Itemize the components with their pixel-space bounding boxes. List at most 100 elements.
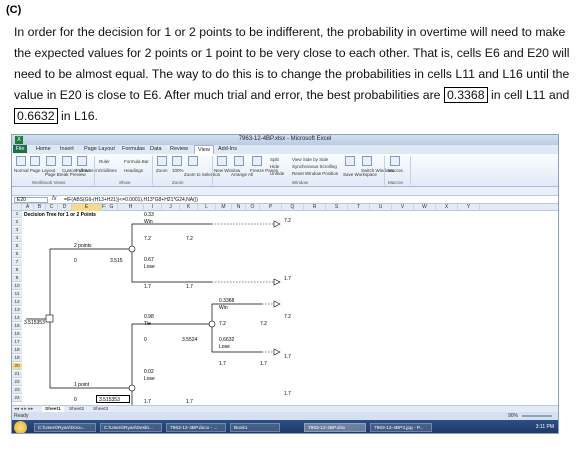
normal-label: Normal — [14, 168, 29, 173]
zoom-100-icon[interactable] — [172, 156, 182, 166]
cell-h6[interactable]: 0.67 — [144, 257, 154, 263]
tab-review[interactable]: Review — [170, 146, 188, 152]
cell-a1-title[interactable]: Decision Tree for 1 or 2 Points — [24, 212, 96, 218]
taskbar-item[interactable]: C:\Users\Ryan\Docu... — [34, 423, 96, 432]
group-show: Show — [119, 180, 131, 185]
terminal-node — [273, 278, 281, 286]
cell-two-points[interactable]: 2 points — [74, 243, 92, 249]
cell-h4[interactable]: 7.2 — [144, 236, 151, 242]
cell-m19[interactable]: 1.7 — [260, 361, 267, 367]
cell-h7[interactable]: Lose — [144, 264, 155, 270]
cell-h8[interactable]: 1.7 — [144, 284, 151, 290]
save-workspace-icon[interactable] — [345, 156, 355, 166]
formula-bar: E20 fx =IF(ABS(G9-(H13+H21))<=0.0001),H1… — [12, 195, 558, 204]
terminal-node — [273, 348, 281, 356]
custom-views-icon[interactable] — [62, 156, 72, 166]
side-by-side-button[interactable]: View Side by Side — [292, 157, 328, 162]
cell-h14[interactable]: Tie — [144, 321, 151, 327]
cell-one-point[interactable]: 1 point — [74, 382, 89, 388]
tab-insert[interactable]: Insert — [60, 146, 74, 152]
ruler-checkbox[interactable]: Ruler — [99, 159, 110, 164]
name-box[interactable]: E20 — [14, 197, 48, 203]
cell-j8[interactable]: 1.7 — [186, 284, 193, 290]
tab-add-ins[interactable]: Add-Ins — [218, 146, 237, 152]
cell-l11[interactable]: 0.3368 — [219, 298, 234, 304]
fx-icon[interactable]: fx — [52, 196, 57, 202]
sync-scroll-button[interactable]: Synchronous Scrolling — [292, 164, 337, 169]
page-break-icon[interactable] — [46, 156, 56, 166]
new-window-icon[interactable] — [217, 156, 227, 166]
taskbar-item-active[interactable]: 7963-12-4BP.xlsx — [304, 423, 366, 432]
cell-j19[interactable]: 1.7 — [219, 361, 226, 367]
window-title: 7963-12-4BP.xlsx - Microsoft Excel — [238, 136, 332, 142]
worksheet-grid[interactable]: ABCDEFGHIJKLMNOPQRSTUVWXY 1 2 3 4 5 6 7 8 9 10 11 1… — [12, 204, 558, 405]
paragraph-text-3: in L16. — [57, 109, 98, 123]
cell-n23[interactable]: 1.7 — [284, 391, 291, 397]
sheet-tabs: ◂◂ ◂ ▸ ▸▸ Sheet1 Sheet2 Sheet3 — [12, 405, 558, 413]
cell-j14[interactable]: 7.2 — [219, 321, 226, 327]
cell-d6[interactable]: 0 — [74, 258, 77, 264]
chance-node — [128, 384, 136, 392]
headings-checkbox[interactable]: Headings — [124, 168, 143, 173]
arrange-all-icon[interactable] — [234, 156, 244, 166]
decision-node — [45, 314, 54, 323]
taskbar-clock: 3:11 PM — [535, 424, 554, 430]
gridlines-checkbox[interactable]: Gridlines — [99, 168, 117, 173]
cell-j4[interactable]: 7.2 — [186, 236, 193, 242]
zoom-level[interactable]: 90% — [508, 413, 518, 419]
cell-l12[interactable]: Win — [219, 305, 228, 311]
full-screen-label: Full Screen — [76, 168, 99, 173]
cell-l17[interactable]: Lose — [219, 344, 230, 350]
page-layout-icon[interactable] — [30, 156, 40, 166]
cell-h22[interactable]: Lose — [144, 376, 155, 382]
cell-e6[interactable]: 3.515 — [110, 258, 123, 264]
cell-k16[interactable]: 3.5524 — [182, 337, 197, 343]
split-button[interactable]: Split — [270, 157, 279, 162]
formula-bar-checkbox[interactable]: Formula Bar — [124, 159, 149, 164]
group-workbook-views: Workbook Views — [32, 180, 66, 185]
taskbar-item[interactable]: 7963-12-4BP.docx - ... — [166, 423, 226, 432]
cell-h1[interactable]: 0.33 — [144, 212, 154, 218]
ribbon-tabs: File Home Insert Page Layout Formulas Da… — [12, 145, 558, 154]
cell-n3[interactable]: 7.2 — [284, 218, 291, 224]
formula-input[interactable]: =IF(ABS(G9-(H13+H21))<=0.0001),H13*G8+H2… — [64, 197, 198, 203]
taskbar-item[interactable]: C:\Users\Ryan\Deskt... — [100, 423, 162, 432]
zoom-icon[interactable] — [157, 156, 167, 166]
macros-icon[interactable] — [390, 156, 400, 166]
group-zoom: Zoom — [172, 180, 184, 185]
unhide-button[interactable]: Unhide — [270, 171, 284, 176]
taskbar-item[interactable]: Book1 — [230, 423, 280, 432]
normal-view-icon[interactable] — [16, 156, 26, 166]
cell-h21[interactable]: 0.02 — [144, 369, 154, 375]
zoom-selection-icon[interactable] — [188, 156, 198, 166]
boxed-value-l11: 0.3368 — [443, 87, 488, 103]
reset-position-button[interactable]: Reset Window Position — [292, 171, 338, 176]
hide-button[interactable]: Hide — [270, 164, 279, 169]
cell-n7[interactable]: 1.7 — [284, 276, 291, 282]
tab-view[interactable]: View — [194, 145, 214, 154]
tab-formulas[interactable]: Formulas — [122, 146, 145, 152]
cell-a13[interactable]: 3.515353 — [24, 320, 45, 326]
cell-m14[interactable]: 7.2 — [260, 321, 267, 327]
zoom-label: Zoom — [156, 168, 168, 173]
freeze-panes-icon[interactable] — [252, 156, 262, 166]
tab-data[interactable]: Data — [150, 146, 162, 152]
tab-home[interactable]: Home — [36, 146, 51, 152]
cell-h13[interactable]: 0.98 — [144, 314, 154, 320]
switch-windows-icon[interactable] — [362, 156, 372, 166]
cell-l16[interactable]: 0.6632 — [219, 337, 234, 343]
cell-h2[interactable]: Win — [144, 219, 153, 225]
cell-e20[interactable]: 3.515353 — [99, 397, 120, 403]
taskbar-item[interactable]: 7963-12-4BP3.jpg - P... — [370, 423, 432, 432]
tab-file[interactable]: File — [13, 145, 27, 153]
full-screen-icon[interactable] — [77, 156, 87, 166]
start-button[interactable] — [14, 421, 27, 433]
cell-d20[interactable]: 0 — [74, 397, 77, 403]
zoom-slider[interactable] — [522, 415, 552, 417]
cell-g16[interactable]: 0 — [144, 337, 147, 343]
cell-n13[interactable]: 7.2 — [284, 314, 291, 320]
tab-page-layout[interactable]: Page Layout — [84, 146, 115, 152]
window-titlebar: X 7963-12-4BP.xlsx - Microsoft Excel –□× — [12, 135, 558, 152]
cell-n18[interactable]: 1.7 — [284, 354, 291, 360]
group-window: Window — [292, 180, 309, 185]
